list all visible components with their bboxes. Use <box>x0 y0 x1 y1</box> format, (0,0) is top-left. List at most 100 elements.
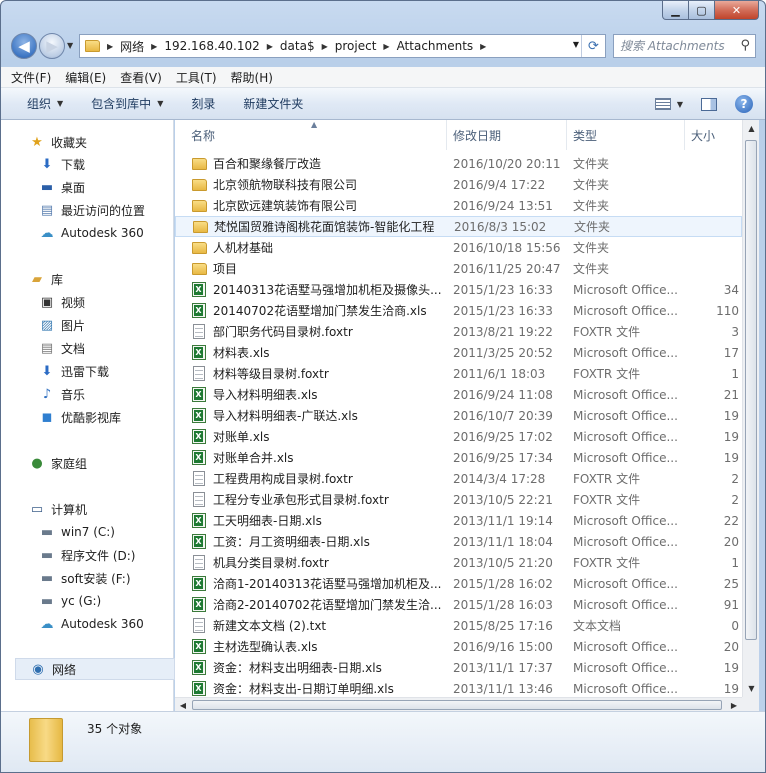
breadcrumb-separator[interactable]: ▶ <box>151 42 157 51</box>
nav-drive-g[interactable]: ▬ yc (G:) <box>1 590 101 612</box>
file-type: Microsoft Office... <box>573 660 678 675</box>
breadcrumb-separator[interactable]: ▶ <box>383 42 389 51</box>
scroll-down-icon[interactable]: ▼ <box>743 680 760 697</box>
breadcrumb-item[interactable]: 网络 <box>120 38 144 55</box>
views-icon[interactable] <box>654 98 671 110</box>
menu-file[interactable]: 文件(F) <box>11 69 51 86</box>
column-date-modified[interactable]: 修改日期 <box>447 120 567 150</box>
nav-computer-autodesk-360[interactable]: ☁ Autodesk 360 <box>1 613 144 635</box>
file-row[interactable]: 资金：材料支出-日期订单明细.xls 2013/11/1 13:46 Microso… <box>175 678 742 697</box>
menu-view[interactable]: 查看(V) <box>120 69 162 86</box>
file-row[interactable]: 材料等级目录树.foxtr 2011/6/1 18:03 FOXTR 文件 1 <box>175 363 742 384</box>
address-dropdown[interactable]: ▼ <box>573 40 579 49</box>
close-button[interactable]: ✕ <box>715 1 759 20</box>
file-row[interactable]: 主材选型确认表.xls 2016/9/16 15:00 Microsoft Offi… <box>175 636 742 657</box>
file-row[interactable]: 导入材料明细表-广联达.xls 2016/10/7 20:39 Microsoft … <box>175 405 742 426</box>
file-row[interactable]: 资金：材料支出明细表-日期.xls 2013/11/1 17:37 Microsof… <box>175 657 742 678</box>
nav-videos[interactable]: ▣ 视频 <box>1 291 85 313</box>
file-type: Microsoft Office... <box>573 429 678 444</box>
nav-drive-f[interactable]: ▬ soft安装 (F:) <box>1 567 131 589</box>
breadcrumb-item[interactable]: Attachments <box>397 39 474 53</box>
file-row[interactable]: 机具分类目录树.foxtr 2013/10/5 21:20 FOXTR 文件 1 <box>175 552 742 573</box>
breadcrumb-separator[interactable]: ▶ <box>480 42 486 51</box>
breadcrumb-separator[interactable]: ▶ <box>267 42 273 51</box>
nav-documents[interactable]: ▤ 文档 <box>1 337 85 359</box>
forward-button[interactable]: ▶ <box>39 33 65 59</box>
nav-autodesk-360[interactable]: ☁ Autodesk 360 <box>1 222 144 244</box>
file-row[interactable]: 北京欧远建筑装饰有限公司 2016/9/24 13:51 文件夹 <box>175 195 742 216</box>
file-row[interactable]: 20140313花语墅马强增加机柜及摄像头... 2015/1/23 16:33 M… <box>175 279 742 300</box>
search-icon[interactable]: ⚲ <box>740 38 750 53</box>
vertical-scrollbar[interactable]: ▲ ▼ <box>742 120 759 697</box>
include-in-library-button[interactable]: 包含到库中 ▼ <box>91 95 163 112</box>
nav-drive-c[interactable]: ▬ win7 (C:) <box>1 521 115 543</box>
views-dropdown[interactable]: ▼ <box>677 100 683 109</box>
horizontal-scrollbar[interactable]: ◀ ▶ <box>175 697 742 711</box>
file-row[interactable]: 导入材料明细表.xls 2016/9/24 11:08 Microsoft Offi… <box>175 384 742 405</box>
nav-youku-library[interactable]: ◼ 优酷影视库 <box>1 406 121 428</box>
file-row[interactable]: 工天明细表-日期.xls 2013/11/1 19:14 Microsoft Off… <box>175 510 742 531</box>
file-row[interactable]: 北京领航物联科技有限公司 2016/9/4 17:22 文件夹 <box>175 174 742 195</box>
refresh-icon[interactable]: ⟳ <box>581 35 605 57</box>
scroll-right-icon[interactable]: ▶ <box>726 698 742 712</box>
menu-edit[interactable]: 编辑(E) <box>65 69 106 86</box>
file-name-text: 项目 <box>213 262 238 276</box>
file-row[interactable]: 部门职务代码目录树.foxtr 2013/8/21 19:22 FOXTR 文件 3 <box>175 321 742 342</box>
nav-downloads[interactable]: ⬇ 下载 <box>1 153 85 175</box>
search-box[interactable]: ⚲ <box>613 34 756 58</box>
file-row[interactable]: 百合和聚缘餐厅改造 2016/10/20 20:11 文件夹 <box>175 153 742 174</box>
nav-recent-places[interactable]: ▤ 最近访问的位置 <box>1 199 145 221</box>
scroll-left-icon[interactable]: ◀ <box>175 698 191 712</box>
breadcrumb-item[interactable]: data$ <box>280 39 315 53</box>
file-row[interactable]: 洽商1-20140313花语墅马强增加机柜及... 2015/1/28 16:02… <box>175 573 742 594</box>
nav-network[interactable]: ◉ 网络 <box>15 658 175 680</box>
file-row[interactable]: 项目 2016/11/25 20:47 文件夹 <box>175 258 742 279</box>
recent-pages-dropdown[interactable]: ▼ <box>67 41 73 50</box>
nav-homegroup[interactable]: ● 家庭组 <box>1 452 87 474</box>
menu-help[interactable]: 帮助(H) <box>231 69 273 86</box>
file-row[interactable]: 对账单合并.xls 2016/9/25 17:34 Microsoft Office… <box>175 447 742 468</box>
scroll-thumb[interactable] <box>192 700 722 710</box>
nav-music[interactable]: ♪ 音乐 <box>1 383 85 405</box>
file-row[interactable]: 人机材基础 2016/10/18 15:56 文件夹 <box>175 237 742 258</box>
nav-computer[interactable]: ▭ 计算机 <box>1 498 87 520</box>
excel-file-icon <box>192 660 206 675</box>
nav-favorites[interactable]: ★ 收藏夹 <box>1 131 87 153</box>
file-row[interactable]: 工程分专业承包形式目录树.foxtr 2013/10/5 22:21 FOXTR 文… <box>175 489 742 510</box>
breadcrumb-item[interactable]: project <box>335 39 377 53</box>
organize-button[interactable]: 组织 ▼ <box>27 95 63 112</box>
breadcrumb-separator[interactable]: ▶ <box>107 42 113 51</box>
burn-button[interactable]: 刻录 <box>191 95 215 112</box>
back-button[interactable]: ◀ <box>11 33 37 59</box>
nav-desktop[interactable]: ▬ 桌面 <box>1 176 85 198</box>
column-type[interactable]: 类型 <box>567 120 685 150</box>
minimize-button[interactable]: ▁ <box>662 1 689 20</box>
nav-libraries[interactable]: ▰ 库 <box>1 268 63 290</box>
file-row[interactable]: 洽商2-20140702花语墅增加门禁发生洽... 2015/1/28 16:03… <box>175 594 742 615</box>
column-name[interactable]: 名称 <box>185 120 447 150</box>
column-size[interactable]: 大小 <box>685 120 742 150</box>
search-input[interactable] <box>620 39 730 53</box>
file-row[interactable]: 工程费用构成目录树.foxtr 2014/3/4 17:28 FOXTR 文件 2 <box>175 468 742 489</box>
scroll-up-icon[interactable]: ▲ <box>743 120 760 137</box>
file-row[interactable]: 对账单.xls 2016/9/25 17:02 Microsoft Office..… <box>175 426 742 447</box>
file-row[interactable]: 20140702花语墅增加门禁发生洽商.xls 2015/1/23 16:33 Mi… <box>175 300 742 321</box>
new-folder-button[interactable]: 新建文件夹 <box>243 95 303 112</box>
address-bar[interactable]: ▶ 网络 ▶ 192.168.40.102 ▶ data$ ▶ project … <box>79 34 606 58</box>
include-library-label: 包含到库中 <box>91 97 152 111</box>
help-icon[interactable]: ? <box>735 95 753 113</box>
scroll-thumb[interactable] <box>745 140 757 640</box>
nav-drive-d[interactable]: ▬ 程序文件 (D:) <box>1 544 136 566</box>
pictures-icon: ▨ <box>40 317 54 333</box>
maximize-button[interactable]: ▢ <box>689 1 715 20</box>
nav-xunlei-downloads[interactable]: ⬇ 迅雷下载 <box>1 360 109 382</box>
preview-pane-icon[interactable] <box>701 97 717 111</box>
breadcrumb-item[interactable]: 192.168.40.102 <box>164 39 259 53</box>
breadcrumb-separator[interactable]: ▶ <box>322 42 328 51</box>
nav-pictures[interactable]: ▨ 图片 <box>1 314 85 336</box>
file-row[interactable]: 梵悦国贸雅诗阁桃花面馆装饰-智能化工程 2016/8/3 15:02 文件夹 <box>175 216 742 237</box>
file-row[interactable]: 工资：月工资明细表-日期.xls 2013/11/1 18:04 Microsoft… <box>175 531 742 552</box>
file-row[interactable]: 材料表.xls 2011/3/25 20:52 Microsoft Office..… <box>175 342 742 363</box>
file-row[interactable]: 新建文本文档 (2).txt 2015/8/25 17:16 文本文档 0 <box>175 615 742 636</box>
menu-tools[interactable]: 工具(T) <box>176 69 217 86</box>
